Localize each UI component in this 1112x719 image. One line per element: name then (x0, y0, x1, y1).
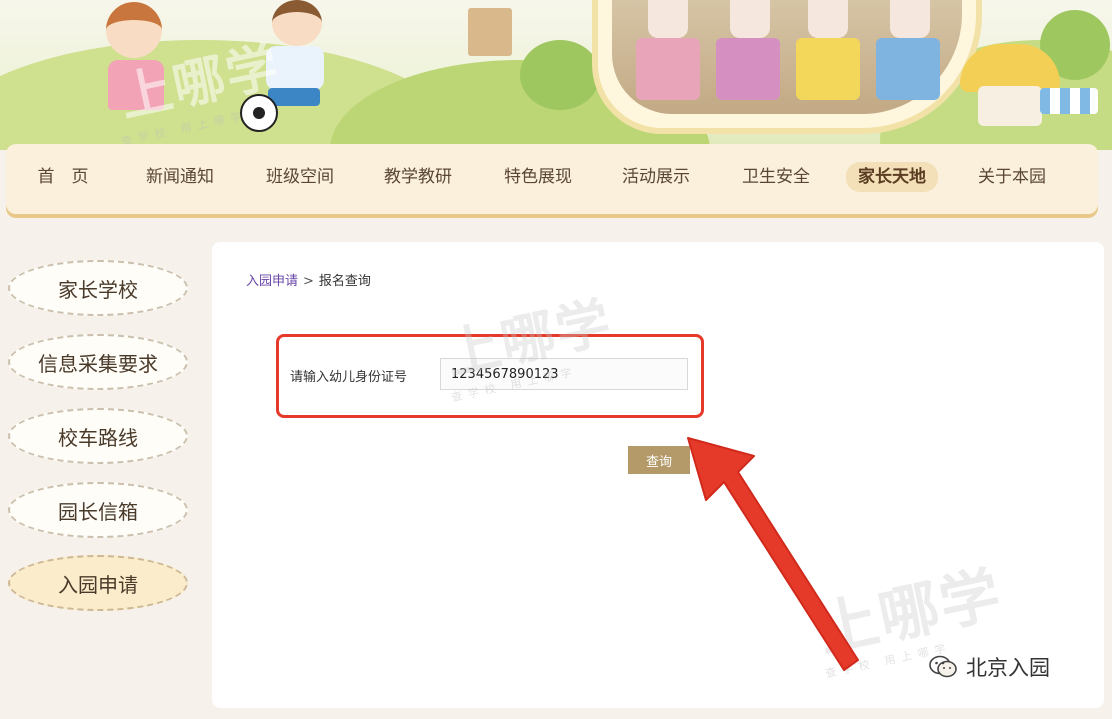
sidebar-item-principal-mailbox[interactable]: 园长信箱 (8, 482, 188, 538)
sidebar-item-admission[interactable]: 入园申请 (8, 555, 188, 611)
breadcrumb-separator: > (303, 274, 314, 289)
wechat-icon (929, 655, 957, 678)
banner-photo (592, 0, 982, 134)
header-banner: 上哪学 查学校 用上哪学 (0, 0, 1112, 150)
id-query-form: 请输入幼儿身份证号 (276, 334, 704, 418)
breadcrumb-parent-link[interactable]: 入园申请 (246, 274, 298, 289)
nav-item-parents[interactable]: 家长天地 (846, 162, 938, 192)
banner-tree (520, 40, 600, 110)
breadcrumb: 入园申请 > 报名查询 (246, 270, 371, 289)
wechat-account-name: 北京入园 (966, 656, 1050, 680)
child-id-input[interactable] (440, 358, 688, 390)
nav-item-home[interactable]: 首 页 (26, 162, 100, 192)
nav-item-teaching[interactable]: 教学教研 (380, 162, 456, 192)
main-nav: 首 页 新闻通知 班级空间 教学教研 特色展现 活动展示 卫生安全 家长天地 关… (6, 144, 1098, 214)
soccer-ball-icon (240, 94, 278, 132)
nav-item-class-space[interactable]: 班级空间 (262, 162, 338, 192)
id-field-label: 请输入幼儿身份证号 (290, 370, 408, 385)
nav-item-news[interactable]: 新闻通知 (142, 162, 218, 192)
nav-item-about[interactable]: 关于本园 (974, 162, 1050, 192)
wechat-account-badge: 北京入园 (928, 652, 1050, 682)
nav-item-health-safety[interactable]: 卫生安全 (738, 162, 814, 192)
mushroom-house-illustration (960, 44, 1100, 130)
red-arrow-annotation (687, 437, 859, 671)
sidebar-item-bus-route[interactable]: 校车路线 (8, 408, 188, 464)
banner-box (468, 8, 512, 56)
nav-item-activities[interactable]: 活动展示 (618, 162, 694, 192)
breadcrumb-current: 报名查询 (318, 274, 371, 289)
sidebar-item-parent-school[interactable]: 家长学校 (8, 260, 188, 316)
nav-item-features[interactable]: 特色展现 (500, 162, 576, 192)
content-panel: 入园申请>报名查询 请输入幼儿身份证号 查询 上哪学 查学校 用上哪学 上哪学 … (212, 242, 1104, 708)
sidebar-item-info-collection[interactable]: 信息采集要求 (8, 334, 188, 390)
girl-illustration (80, 0, 190, 135)
